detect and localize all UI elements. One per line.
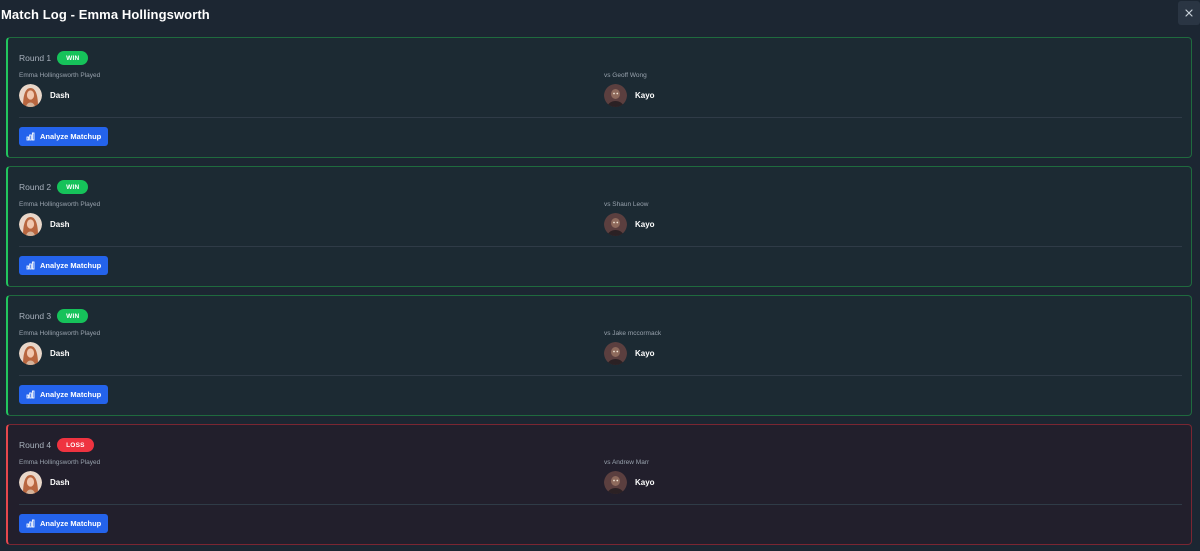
round-card: Round 3 WIN Emma Hollingsworth Played vs… [6, 295, 1192, 416]
opponent-label: vs Andrew Marr [604, 459, 650, 466]
agent-name: Kayo [635, 220, 655, 229]
result-badge: LOSS [57, 438, 94, 452]
opponent-agent: Kayo [604, 84, 655, 107]
agent-avatar-dash [19, 342, 42, 365]
played-label: Emma Hollingsworth Played [19, 201, 101, 208]
agent-name: Kayo [635, 349, 655, 358]
analyze-matchup-label: Analyze Matchup [40, 390, 102, 399]
analyze-matchup-button[interactable]: Analyze Matchup [19, 514, 109, 533]
player-agent: Dash [19, 84, 70, 107]
analyze-matchup-label: Analyze Matchup [40, 261, 102, 270]
match-log-modal: Match Log - Emma Hollingsworth Round 1 W… [0, 0, 1200, 551]
agent-name: Dash [50, 91, 70, 100]
agent-avatar-kayo [604, 213, 627, 236]
opponent-agent: Kayo [604, 342, 655, 365]
opponent-agent: Kayo [604, 213, 655, 236]
agent-name: Dash [50, 478, 70, 487]
player-agent: Dash [19, 471, 70, 494]
agent-avatar-kayo [604, 84, 627, 107]
close-button[interactable] [1178, 1, 1200, 25]
bar-chart-icon [26, 132, 35, 141]
agent-name: Kayo [635, 478, 655, 487]
divider [19, 504, 1182, 505]
round-card: Round 2 WIN Emma Hollingsworth Played vs… [6, 166, 1192, 287]
round-header: Round 2 WIN [19, 180, 89, 194]
result-badge: WIN [57, 180, 89, 194]
round-label: Round 3 [19, 311, 52, 321]
modal-header: Match Log - Emma Hollingsworth [0, 0, 1200, 32]
opponent-label: vs Jake mccormack [604, 330, 662, 337]
divider [19, 375, 1182, 376]
bar-chart-icon [26, 390, 35, 399]
opponent-agent: Kayo [604, 471, 655, 494]
bar-chart-icon [26, 519, 35, 528]
close-icon [1184, 8, 1194, 18]
result-badge: WIN [57, 309, 89, 323]
bar-chart-icon [26, 261, 35, 270]
analyze-matchup-label: Analyze Matchup [40, 519, 102, 528]
agent-name: Dash [50, 349, 70, 358]
opponent-label: vs Shaun Leow [604, 201, 649, 208]
analyze-matchup-button[interactable]: Analyze Matchup [19, 256, 109, 275]
analyze-matchup-button[interactable]: Analyze Matchup [19, 127, 109, 146]
agent-avatar-kayo [604, 471, 627, 494]
round-header: Round 3 WIN [19, 309, 89, 323]
rounds-list: Round 1 WIN Emma Hollingsworth Played vs… [6, 37, 1192, 551]
divider [19, 246, 1182, 247]
analyze-matchup-label: Analyze Matchup [40, 132, 102, 141]
round-label: Round 1 [19, 53, 52, 63]
agent-name: Kayo [635, 91, 655, 100]
result-badge: WIN [57, 51, 89, 65]
player-agent: Dash [19, 342, 70, 365]
agent-avatar-dash [19, 213, 42, 236]
round-header: Round 4 LOSS [19, 438, 94, 452]
agent-avatar-dash [19, 84, 42, 107]
divider [19, 117, 1182, 118]
player-agent: Dash [19, 213, 70, 236]
round-card: Round 1 WIN Emma Hollingsworth Played vs… [6, 37, 1192, 158]
played-label: Emma Hollingsworth Played [19, 330, 101, 337]
analyze-matchup-button[interactable]: Analyze Matchup [19, 385, 109, 404]
played-label: Emma Hollingsworth Played [19, 72, 101, 79]
round-label: Round 2 [19, 182, 52, 192]
round-header: Round 1 WIN [19, 51, 89, 65]
agent-avatar-dash [19, 471, 42, 494]
opponent-label: vs Geoff Wong [604, 72, 647, 79]
agent-avatar-kayo [604, 342, 627, 365]
modal-title: Match Log - Emma Hollingsworth [1, 7, 210, 22]
round-card: Round 4 LOSS Emma Hollingsworth Played v… [6, 424, 1192, 545]
played-label: Emma Hollingsworth Played [19, 459, 101, 466]
round-label: Round 4 [19, 440, 52, 450]
agent-name: Dash [50, 220, 70, 229]
